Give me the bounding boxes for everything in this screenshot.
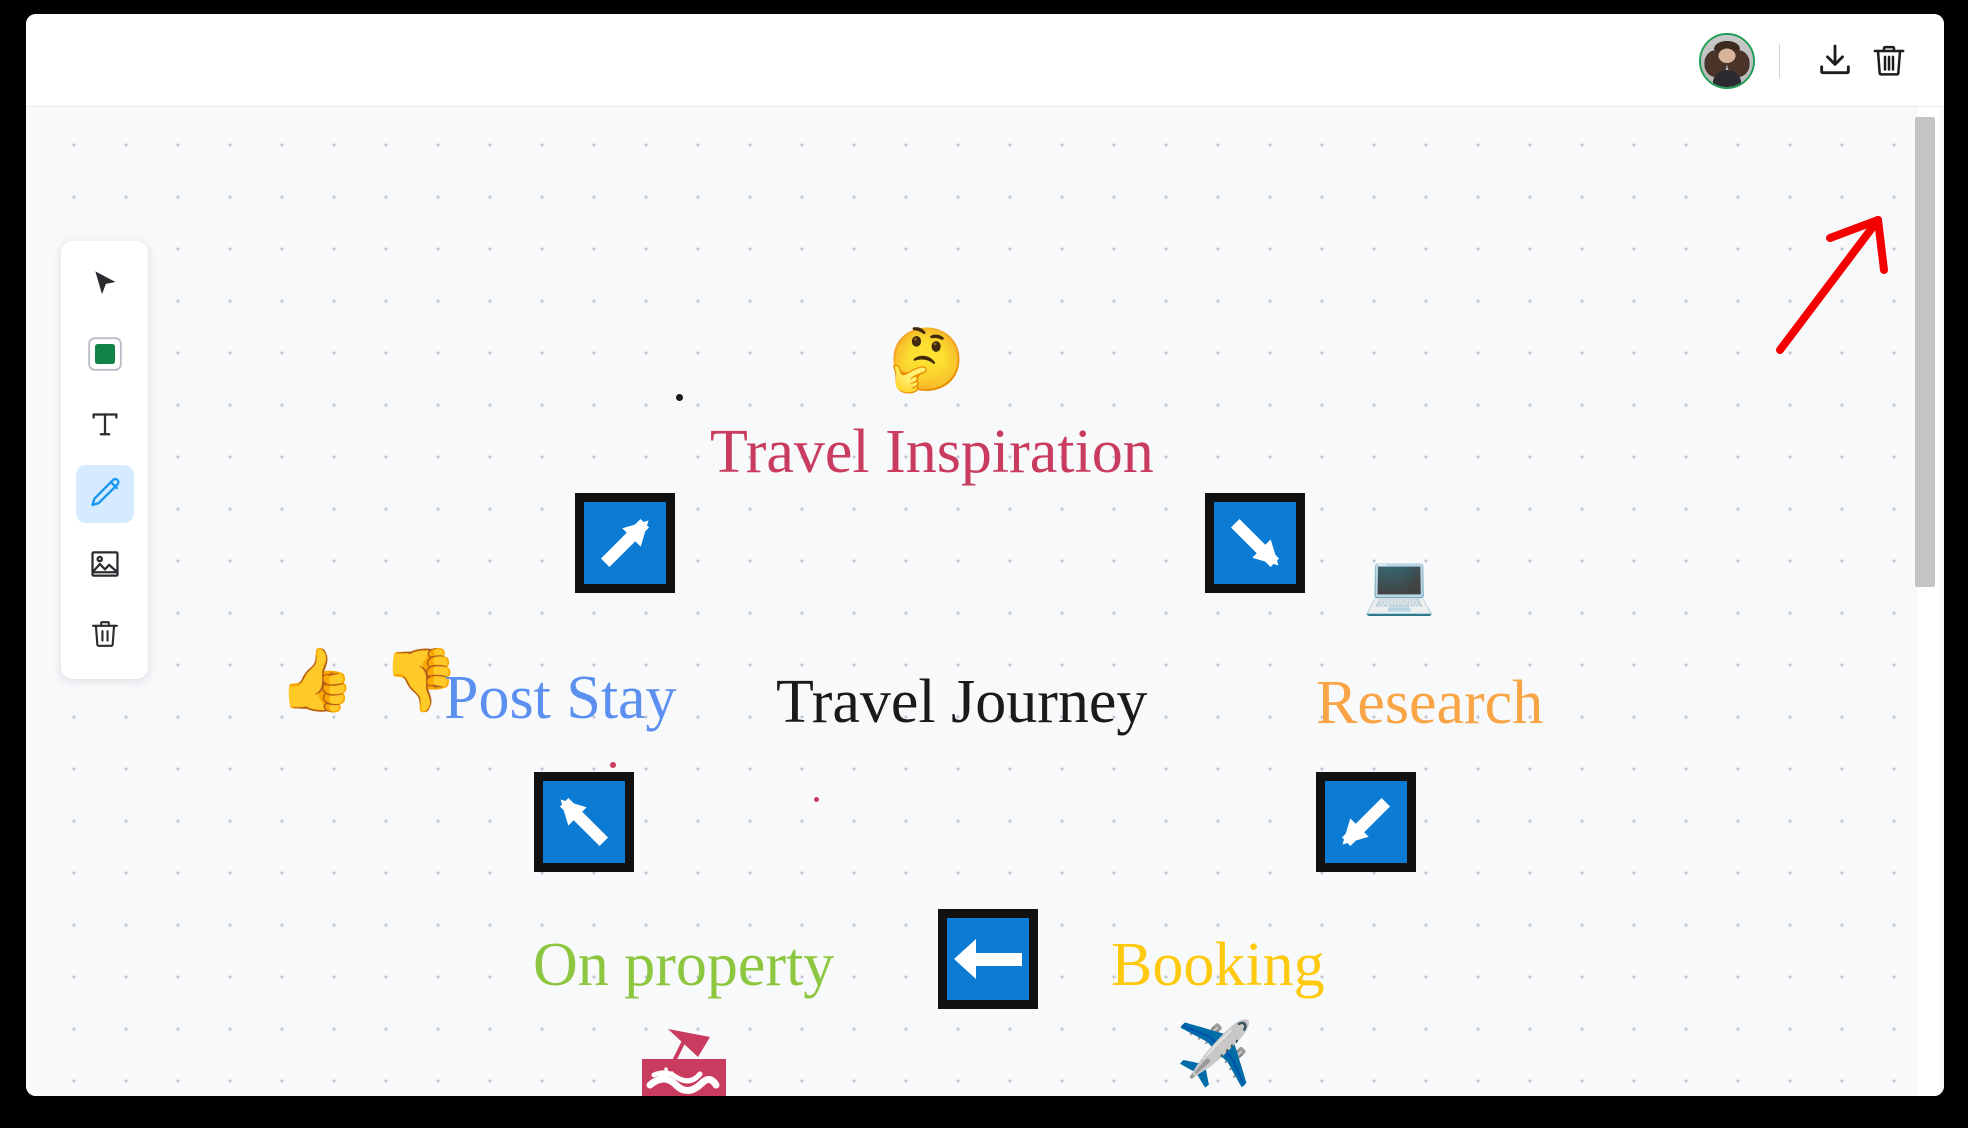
trash-icon <box>91 621 118 647</box>
text-icon <box>92 413 117 436</box>
arrow-shaft <box>974 952 1022 966</box>
app-window: 🤔 Travel Inspiration 💻 👍 👎 Post Stay Tra… <box>26 14 1944 1096</box>
arrow-up-left-tile[interactable] <box>534 772 634 872</box>
text-tool[interactable] <box>76 395 134 453</box>
airplane-emoji[interactable]: ✈️ <box>1176 1023 1253 1085</box>
avatar-photo <box>1701 34 1753 87</box>
cursor-icon <box>94 271 115 295</box>
color-tool[interactable] <box>76 325 134 383</box>
download-button[interactable] <box>1812 38 1858 84</box>
vertical-scrollbar-track[interactable] <box>1915 107 1940 1096</box>
color-swatch-icon <box>87 337 122 371</box>
label-post-stay[interactable]: Post Stay <box>444 667 677 729</box>
annotation-arrow <box>1766 202 1906 362</box>
select-tool[interactable] <box>76 255 134 313</box>
ink-mark-3 <box>814 797 819 802</box>
label-travel-inspiration[interactable]: Travel Inspiration <box>710 421 1154 483</box>
image-tool[interactable] <box>76 535 134 593</box>
arrow-down-right-tile[interactable] <box>1205 493 1305 593</box>
arrow-down-left-tile[interactable] <box>1316 772 1416 872</box>
label-research[interactable]: Research <box>1316 672 1543 734</box>
top-toolbar <box>26 14 1944 107</box>
arrow-head <box>954 939 976 979</box>
ink-mark-1 <box>676 394 683 401</box>
arrow-up-right-tile[interactable] <box>575 493 675 593</box>
header-divider <box>1779 43 1780 78</box>
label-travel-journey[interactable]: Travel Journey <box>776 671 1147 733</box>
delete-board-button[interactable] <box>1866 38 1912 84</box>
pen-tool[interactable] <box>75 465 134 523</box>
pencil-icon <box>90 477 120 507</box>
image-icon <box>90 551 119 577</box>
ink-mark-2 <box>610 762 616 768</box>
vertical-scrollbar-thumb[interactable] <box>1915 117 1935 587</box>
laptop-emoji[interactable]: 💻 <box>1363 555 1435 613</box>
tool-palette <box>61 241 148 679</box>
parasol-sketch[interactable] <box>626 1019 742 1096</box>
thumbs-up-emoji[interactable]: 👍 <box>278 649 355 711</box>
whiteboard-canvas[interactable]: 🤔 Travel Inspiration 💻 👍 👎 Post Stay Tra… <box>26 107 1944 1096</box>
device-frame: 🤔 Travel Inspiration 💻 👍 👎 Post Stay Tra… <box>0 0 1968 1128</box>
label-booking[interactable]: Booking <box>1111 934 1325 996</box>
thinking-face-emoji[interactable]: 🤔 <box>888 329 965 391</box>
avatar[interactable] <box>1699 32 1755 89</box>
arrow-left-tile[interactable] <box>938 909 1038 1009</box>
header-actions <box>1699 14 1912 107</box>
trash-tool[interactable] <box>76 605 134 663</box>
label-on-property[interactable]: On property <box>533 934 834 996</box>
